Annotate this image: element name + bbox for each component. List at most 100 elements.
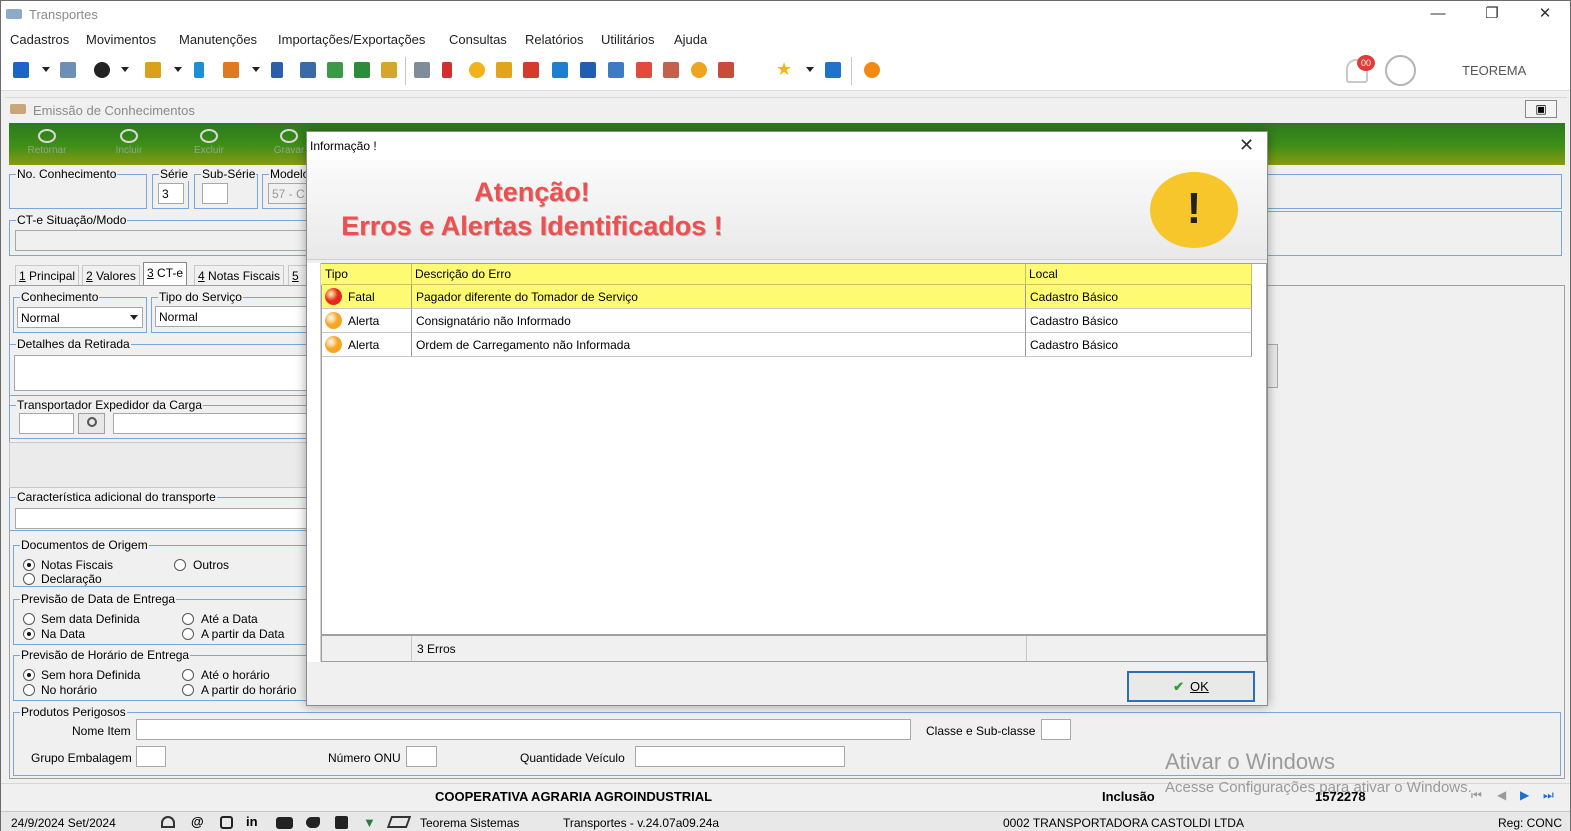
grupo-label: Grupo Embalagem bbox=[31, 751, 132, 765]
tab-valores[interactable]: 2 Valores bbox=[82, 265, 140, 285]
info-icon[interactable] bbox=[825, 62, 841, 78]
power-icon[interactable] bbox=[864, 62, 880, 78]
tab-cte[interactable]: 3 CT-e bbox=[143, 262, 188, 286]
headset-icon[interactable] bbox=[161, 816, 175, 828]
tipo-servico-label: Tipo do Serviço bbox=[158, 290, 243, 304]
lock-icon[interactable] bbox=[691, 62, 707, 78]
ok-button[interactable]: ✔ OK bbox=[1127, 671, 1255, 702]
star-icon[interactable]: ★ bbox=[776, 59, 792, 80]
toolbar-separator bbox=[405, 57, 406, 85]
tree-icon[interactable] bbox=[223, 62, 239, 78]
chevron-down-icon[interactable] bbox=[42, 67, 50, 72]
conhecimento-label: Conhecimento bbox=[20, 290, 100, 304]
chevron-down-icon[interactable] bbox=[806, 67, 814, 72]
transportador-label: Transportador Expedidor da Carga bbox=[16, 398, 203, 412]
classe-input[interactable] bbox=[1041, 719, 1071, 740]
menu-consultas[interactable]: Consultas bbox=[449, 32, 507, 47]
calendar-icon[interactable] bbox=[636, 62, 652, 78]
instagram-icon[interactable] bbox=[220, 816, 233, 829]
doc-notas-radio[interactable] bbox=[23, 559, 35, 571]
subserie-input[interactable] bbox=[202, 183, 228, 204]
bottom-branch: 0002 TRANSPORTADORA CASTOLDI LTDA bbox=[1003, 816, 1244, 830]
close-button[interactable]: ✕ bbox=[1522, 1, 1568, 29]
chevron-down-icon[interactable] bbox=[121, 67, 129, 72]
ate-data-radio[interactable] bbox=[182, 613, 194, 625]
na-data-radio[interactable] bbox=[23, 628, 35, 640]
linkedin-icon[interactable]: in bbox=[246, 814, 258, 829]
truck-icon[interactable] bbox=[496, 62, 512, 78]
chart-icon[interactable] bbox=[354, 62, 370, 78]
menu-movimentos[interactable]: Movimentos bbox=[86, 32, 156, 47]
nome-item-input[interactable] bbox=[136, 719, 911, 740]
search-button[interactable] bbox=[78, 413, 105, 434]
grid-header-local[interactable]: Local bbox=[1026, 264, 1252, 285]
menu-utilitarios[interactable]: Utilitários bbox=[601, 32, 654, 47]
info-dialog: Informação ! ✕ Atenção! Erros e Alertas … bbox=[306, 131, 1268, 706]
menu-relatorios[interactable]: Relatórios bbox=[525, 32, 584, 47]
youtube-icon[interactable] bbox=[276, 817, 293, 829]
table-icon[interactable] bbox=[300, 62, 316, 78]
menu-cadastros[interactable]: Cadastros bbox=[10, 32, 69, 47]
users-icon[interactable] bbox=[60, 62, 76, 78]
menu-ajuda[interactable]: Ajuda bbox=[674, 32, 707, 47]
chevron-down-icon[interactable] bbox=[252, 67, 260, 72]
doc-declaracao-radio[interactable] bbox=[23, 573, 35, 585]
route-icon[interactable] bbox=[381, 62, 397, 78]
building-icon[interactable] bbox=[718, 62, 734, 78]
tab-5[interactable]: 5 C bbox=[288, 265, 308, 285]
tipo-servico-select[interactable]: Normal bbox=[155, 306, 309, 327]
row-tipo-label: Alerta bbox=[348, 314, 380, 328]
minimize-button[interactable]: — bbox=[1415, 1, 1461, 29]
pin-icon[interactable] bbox=[442, 62, 452, 78]
a-partir-horario-radio[interactable] bbox=[182, 684, 194, 696]
caracteristica-input[interactable] bbox=[15, 508, 310, 529]
clock-icon[interactable] bbox=[469, 62, 485, 78]
tab-notas-fiscais[interactable]: 4 Notas Fiscais bbox=[194, 265, 285, 285]
teorema-icon[interactable]: ▼ bbox=[363, 815, 376, 830]
detalhes-retirada-input[interactable] bbox=[14, 355, 310, 391]
graduation-icon[interactable] bbox=[386, 816, 412, 828]
email-icon[interactable]: @ bbox=[191, 814, 204, 829]
list-icon[interactable] bbox=[271, 62, 283, 78]
grupo-input[interactable] bbox=[136, 746, 166, 767]
document-icon[interactable] bbox=[13, 62, 29, 78]
a-partir-data-radio[interactable] bbox=[182, 628, 194, 640]
delete-button[interactable]: Excluir bbox=[179, 129, 239, 156]
tab-principal[interactable]: 1 Principal bbox=[15, 265, 80, 285]
onu-input[interactable] bbox=[406, 746, 437, 767]
grid-header-tipo[interactable]: Tipo bbox=[322, 264, 412, 285]
menu-manutencoes[interactable]: Manutenções bbox=[179, 32, 257, 47]
restore-button[interactable]: ❐ bbox=[1469, 1, 1515, 29]
no-horario-radio[interactable] bbox=[23, 684, 35, 696]
calendar-grid-icon[interactable] bbox=[580, 62, 596, 78]
export-icon[interactable] bbox=[552, 62, 568, 78]
transportador-code-input[interactable] bbox=[19, 413, 74, 434]
menu-importacoes[interactable]: Importações/Exportações bbox=[278, 32, 425, 47]
twitter-icon[interactable] bbox=[306, 817, 320, 828]
qtd-veiculo-input[interactable] bbox=[635, 746, 845, 767]
transportador-name-input[interactable] bbox=[113, 413, 310, 434]
ate-horario-radio[interactable] bbox=[182, 669, 194, 681]
conhecimento-select[interactable]: Normal bbox=[17, 307, 143, 328]
handshake-icon[interactable] bbox=[327, 62, 343, 78]
file-icon[interactable] bbox=[194, 62, 204, 78]
doc-outros-radio[interactable] bbox=[174, 559, 186, 571]
add-button[interactable]: Incluir bbox=[99, 129, 159, 156]
settings-icon[interactable] bbox=[663, 62, 679, 78]
facebook-icon[interactable] bbox=[335, 816, 348, 829]
map-icon[interactable] bbox=[523, 62, 539, 78]
conhecimento-value: Normal bbox=[21, 311, 60, 325]
serie-input[interactable]: 3 bbox=[158, 183, 184, 204]
chevron-down-icon[interactable] bbox=[174, 67, 182, 72]
form-close-button[interactable]: ▣ bbox=[1525, 100, 1557, 118]
sem-hora-radio[interactable] bbox=[23, 669, 35, 681]
return-button[interactable]: Retornar bbox=[17, 129, 77, 156]
user-avatar-icon[interactable] bbox=[1385, 55, 1416, 86]
globe-icon[interactable] bbox=[94, 62, 110, 78]
sem-data-radio[interactable] bbox=[23, 613, 35, 625]
grid-header-descricao[interactable]: Descrição do Erro bbox=[412, 264, 1026, 285]
calculator-icon[interactable] bbox=[608, 62, 624, 78]
copy-icon[interactable] bbox=[414, 62, 430, 78]
bus-icon[interactable] bbox=[145, 62, 161, 78]
dialog-close-button[interactable]: ✕ bbox=[1239, 135, 1254, 156]
